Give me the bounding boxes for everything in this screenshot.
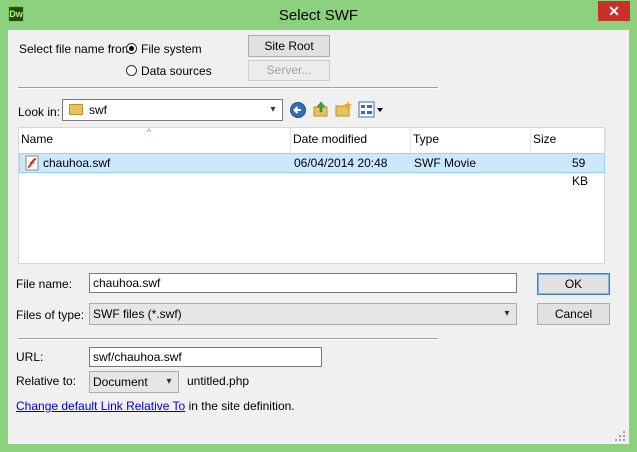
- look-in-value: swf: [89, 103, 107, 117]
- dialog-body: Select file name from: File system Data …: [8, 30, 629, 444]
- file-name-label: File name:: [16, 277, 73, 291]
- link-suffix-text: in the site definition.: [185, 399, 295, 413]
- files-of-type-value: SWF files (*.swf): [93, 307, 182, 321]
- relative-to-value: Document: [93, 375, 148, 389]
- file-date-cell: 06/04/2014 20:48: [294, 156, 388, 170]
- column-header-date[interactable]: Date modified: [291, 128, 411, 152]
- view-menu-icon[interactable]: [358, 101, 386, 119]
- column-header-name[interactable]: Name ^: [19, 127, 291, 152]
- top-separator: [18, 87, 438, 89]
- resize-grip-icon[interactable]: [614, 430, 626, 442]
- back-icon[interactable]: [289, 101, 307, 119]
- url-label: URL:: [16, 350, 44, 364]
- bottom-separator: [18, 338, 438, 340]
- up-folder-icon[interactable]: [312, 100, 330, 118]
- table-row[interactable]: chauhoa.swf 06/04/2014 20:48 SWF Movie 5…: [19, 153, 605, 188]
- column-header-size[interactable]: Size: [531, 128, 606, 152]
- file-system-radio[interactable]: [126, 43, 137, 54]
- dialog-title: Select SWF: [278, 7, 359, 24]
- file-type-cell: SWF Movie: [414, 156, 477, 170]
- chevron-down-icon: ▾: [166, 376, 172, 387]
- cancel-button[interactable]: Cancel: [537, 303, 610, 325]
- file-name-input[interactable]: chauhoa.swf: [89, 273, 517, 293]
- select-from-label: Select file name from:: [19, 42, 136, 56]
- ok-button[interactable]: OK: [537, 273, 610, 295]
- file-system-label[interactable]: File system: [141, 42, 202, 56]
- dialog-window: Dw Select SWF ✕ Select file name from: F…: [0, 0, 637, 452]
- look-in-combo[interactable]: swf ▾: [62, 99, 283, 121]
- relative-to-label: Relative to:: [16, 374, 77, 388]
- new-folder-icon[interactable]: [334, 100, 352, 118]
- look-in-label: Look in:: [18, 105, 61, 119]
- data-sources-radio[interactable]: [126, 65, 137, 76]
- folder-icon: [69, 104, 83, 115]
- file-size-cell: 59 KB: [572, 156, 589, 188]
- file-name-cell: chauhoa.swf: [43, 156, 111, 170]
- files-of-type-label: Files of type:: [16, 308, 85, 322]
- column-header-type[interactable]: Type: [411, 128, 531, 152]
- column-name-label: Name: [21, 132, 54, 146]
- files-of-type-select[interactable]: SWF files (*.swf) ▾: [89, 303, 517, 325]
- close-button[interactable]: ✕: [598, 1, 630, 21]
- link-relative-line: Change default Link Relative To in the s…: [16, 399, 295, 413]
- relative-file-name: untitled.php: [187, 374, 250, 388]
- data-sources-label[interactable]: Data sources: [141, 64, 212, 78]
- file-list[interactable]: Name ^ Date modified Type Size chauhoa.s…: [18, 127, 606, 264]
- site-root-button[interactable]: Site Root: [248, 35, 330, 57]
- change-link-relative-link[interactable]: Change default Link Relative To: [16, 399, 185, 413]
- server-button[interactable]: Server...: [248, 60, 330, 81]
- chevron-down-icon: ▾: [504, 308, 510, 319]
- swf-file-icon: [25, 155, 39, 171]
- url-input[interactable]: swf/chauhoa.swf: [89, 347, 322, 367]
- relative-to-select[interactable]: Document ▾: [89, 371, 179, 393]
- sort-ascending-icon: ^: [147, 127, 152, 137]
- title-bar[interactable]: Dw Select SWF ✕: [0, 0, 637, 30]
- chevron-down-icon: ▾: [270, 104, 276, 115]
